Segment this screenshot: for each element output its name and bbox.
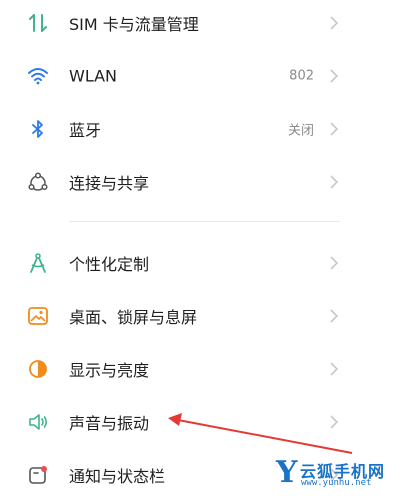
display-brightness-label: 显示与亮度 (69, 360, 150, 380)
display-brightness-row[interactable]: 显示与亮度 (0, 342, 400, 395)
chevron-right-icon (330, 414, 339, 429)
sim-data-row[interactable]: SIM 卡与流量管理 (0, 0, 400, 49)
chevron-right-icon (330, 174, 339, 189)
watermark-url: www.yunhu.net (301, 478, 372, 488)
sound-icon (24, 408, 52, 436)
display-brightness-icon (24, 355, 52, 383)
chevron-right-icon (330, 121, 339, 136)
sound-row[interactable]: 声音与振动 (0, 395, 400, 448)
sim-data-label: SIM 卡与流量管理 (69, 14, 199, 34)
wifi-icon (24, 62, 52, 90)
connection-share-label: 连接与共享 (69, 173, 150, 193)
chevron-right-icon (330, 68, 339, 83)
personalize-icon (24, 249, 52, 277)
watermark-logo: Y 云狐手机网 www.yunhu.net (274, 456, 392, 492)
settings-group-network: SIM 卡与流量管理 WLAN 802 蓝牙 关闭 连接与共享 (0, 0, 400, 208)
wallpaper-icon (24, 302, 52, 330)
sound-label: 声音与振动 (69, 413, 150, 433)
bluetooth-label: 蓝牙 (69, 120, 102, 140)
wallpaper-label: 桌面、锁屏与息屏 (69, 307, 198, 327)
personalize-label: 个性化定制 (69, 254, 150, 274)
section-divider (69, 221, 340, 222)
bluetooth-value: 关闭 (287, 123, 314, 138)
chevron-right-icon (330, 361, 339, 376)
watermark-letter: Y (276, 455, 298, 490)
sim-data-icon (24, 9, 52, 37)
notification-icon (24, 461, 52, 489)
notification-label: 通知与状态栏 (69, 466, 166, 486)
wlan-label: WLAN (69, 66, 118, 85)
connection-share-icon (24, 168, 52, 196)
wallpaper-row[interactable]: 桌面、锁屏与息屏 (0, 289, 400, 342)
personalize-row[interactable]: 个性化定制 (0, 236, 400, 289)
chevron-right-icon (330, 15, 339, 30)
connection-share-row[interactable]: 连接与共享 (0, 155, 400, 208)
chevron-right-icon (330, 255, 339, 270)
wlan-value: 802 (289, 68, 314, 83)
bluetooth-row[interactable]: 蓝牙 关闭 (0, 102, 400, 155)
bluetooth-icon (24, 115, 52, 143)
chevron-right-icon (330, 308, 339, 323)
wlan-row[interactable]: WLAN 802 (0, 49, 400, 102)
